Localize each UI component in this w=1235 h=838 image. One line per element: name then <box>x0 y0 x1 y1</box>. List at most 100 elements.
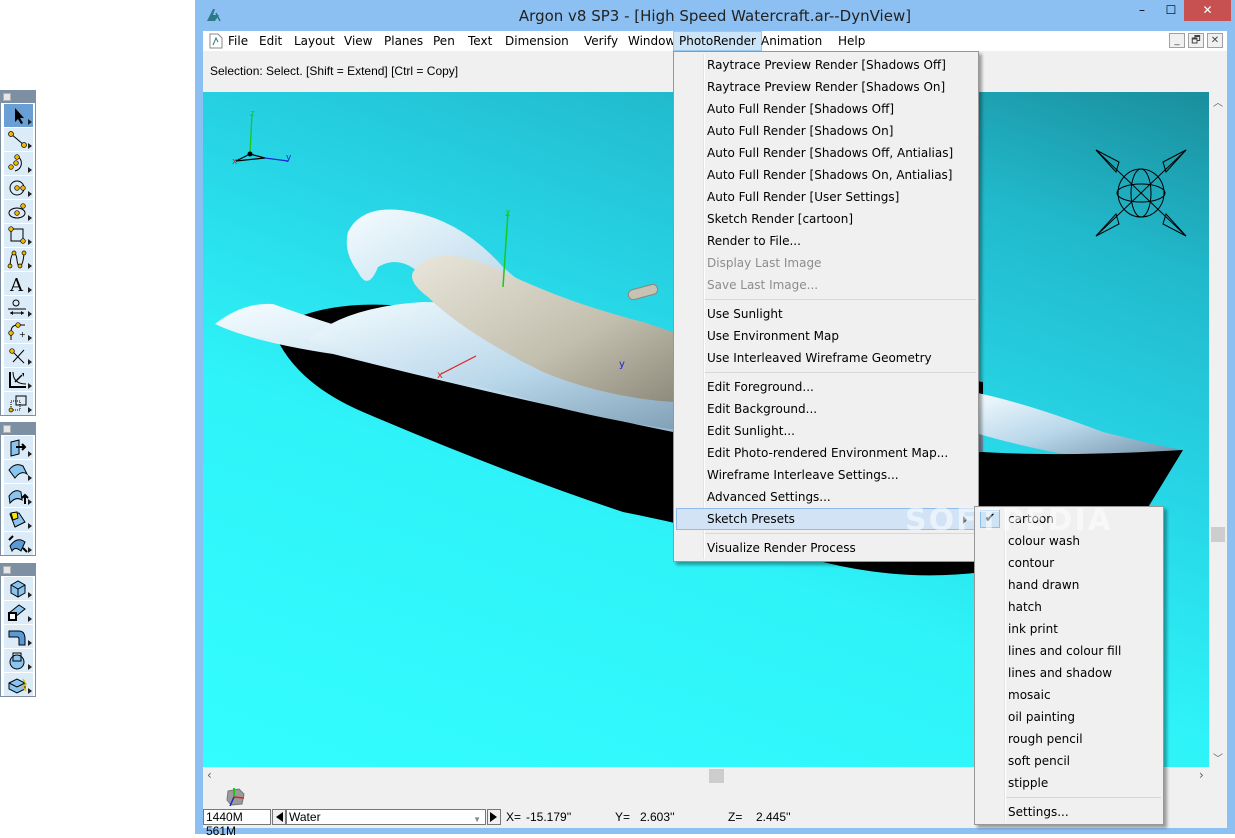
toolbox-title-bar[interactable] <box>1 423 35 435</box>
menu-item-edit-sunlight[interactable]: Edit Sunlight... <box>676 420 976 442</box>
vertical-scrollbar[interactable]: ︿ ﹀ <box>1209 92 1227 767</box>
mdi-close-button[interactable]: ✕ <box>1207 33 1223 48</box>
tool-fillet[interactable]: + <box>3 320 33 343</box>
menu-view[interactable]: View <box>339 31 377 51</box>
mdi-minimize-button[interactable]: _ <box>1169 33 1185 48</box>
menu-verify[interactable]: Verify <box>579 31 623 51</box>
preset-settings[interactable]: Settings... <box>977 801 1161 823</box>
menu-window[interactable]: Window <box>623 31 680 51</box>
preset-label: soft pencil <box>1008 754 1070 768</box>
tool-boolean-solid[interactable] <box>3 673 33 696</box>
menu-item-auto-full-render-shadows-on[interactable]: Auto Full Render [Shadows On] <box>676 120 976 142</box>
tool-line[interactable] <box>3 128 33 151</box>
menu-item-raytrace-preview-render-shadows-off[interactable]: Raytrace Preview Render [Shadows Off] <box>676 54 976 76</box>
arrow-pointer-icon <box>15 108 24 124</box>
preset-label: hand drawn <box>1008 578 1080 592</box>
menu-item-edit-background[interactable]: Edit Background... <box>676 398 976 420</box>
menu-item-label: Raytrace Preview Render [Shadows On] <box>707 80 946 94</box>
view-orientation-cube-icon[interactable] <box>225 786 249 808</box>
menu-item-raytrace-preview-render-shadows-on[interactable]: Raytrace Preview Render [Shadows On] <box>676 76 976 98</box>
tool-region-select[interactable] <box>3 392 33 415</box>
menu-item-use-interleaved-wireframe-geometry[interactable]: Use Interleaved Wireframe Geometry <box>676 347 976 369</box>
preset-oil-painting[interactable]: oil painting <box>977 706 1161 728</box>
tool-circle[interactable] <box>3 176 33 199</box>
tool-spline[interactable] <box>3 248 33 271</box>
close-button[interactable]: ✕ <box>1184 0 1231 21</box>
tool-text[interactable]: A <box>3 272 33 295</box>
menu-item-auto-full-render-shadows-on-antialias[interactable]: Auto Full Render [Shadows On, Antialias] <box>676 164 976 186</box>
menu-item-auto-full-render-user-settings[interactable]: Auto Full Render [User Settings] <box>676 186 976 208</box>
menu-planes[interactable]: Planes <box>379 31 428 51</box>
tool-rectangle[interactable] <box>3 224 33 247</box>
scroll-up-icon[interactable]: ︿ <box>1213 94 1223 109</box>
tool-blend-surface[interactable] <box>3 532 33 555</box>
toolbox-title-bar[interactable] <box>1 91 35 103</box>
tool-ellipse[interactable] <box>3 200 33 223</box>
tool-trim[interactable] <box>3 344 33 367</box>
triad-y-label: y <box>286 153 292 163</box>
preset-hand-drawn[interactable]: hand drawn <box>977 574 1161 596</box>
menu-pen[interactable]: Pen <box>428 31 460 51</box>
menu-item-use-environment-map[interactable]: Use Environment Map <box>676 325 976 347</box>
blend-surface-icon <box>8 535 28 553</box>
tool-patch-surface[interactable] <box>3 508 33 531</box>
tool-extrude-solid[interactable] <box>3 601 33 624</box>
horizontal-scroll-thumb[interactable] <box>709 769 724 783</box>
tool-revolve-solid[interactable] <box>3 649 33 672</box>
menu-edit[interactable]: Edit <box>254 31 287 51</box>
preset-soft-pencil[interactable]: soft pencil <box>977 750 1161 772</box>
menu-item-auto-full-render-shadows-off[interactable]: Auto Full Render [Shadows Off] <box>676 98 976 120</box>
tool-arc[interactable] <box>3 152 33 175</box>
menu-layout[interactable]: Layout <box>289 31 340 51</box>
preset-contour[interactable]: contour <box>977 552 1161 574</box>
layer-next-button[interactable] <box>487 809 501 825</box>
title-bar[interactable]: Argon v8 SP3 - [High Speed Watercraft.ar… <box>195 0 1235 31</box>
layer-dropdown[interactable]: Water ▼ <box>286 809 486 825</box>
menu-item-render-to-file[interactable]: Render to File... <box>676 230 976 252</box>
menu-photorender[interactable]: PhotoRender <box>673 31 762 51</box>
menu-text[interactable]: Text <box>463 31 497 51</box>
menu-item-sketch-render-cartoon[interactable]: Sketch Render [cartoon] <box>676 208 976 230</box>
preset-stipple[interactable]: stipple <box>977 772 1161 794</box>
preset-lines-and-colour-fill[interactable]: lines and colour fill <box>977 640 1161 662</box>
tool-extrude-surface[interactable] <box>3 436 33 459</box>
preset-mosaic[interactable]: mosaic <box>977 684 1161 706</box>
menu-item-edit-photo-rendered-environment-map[interactable]: Edit Photo-rendered Environment Map... <box>676 442 976 464</box>
menu-item-edit-foreground[interactable]: Edit Foreground... <box>676 376 976 398</box>
toolbox-close-icon[interactable] <box>3 566 11 574</box>
menu-item-visualize-render-process[interactable]: Visualize Render Process <box>676 537 976 559</box>
scroll-left-icon[interactable]: ‹ <box>207 768 212 782</box>
tool-select[interactable] <box>3 104 33 127</box>
menu-file[interactable]: File <box>223 31 253 51</box>
toolbox-title-bar[interactable] <box>1 564 35 576</box>
menu-item-auto-full-render-shadows-off-antialias[interactable]: Auto Full Render [Shadows Off, Antialias… <box>676 142 976 164</box>
menu-help[interactable]: Help <box>833 31 870 51</box>
preset-hatch[interactable]: hatch <box>977 596 1161 618</box>
menu-dimension[interactable]: Dimension <box>500 31 574 51</box>
vertical-scroll-thumb[interactable] <box>1211 527 1225 542</box>
tool-move[interactable] <box>3 368 33 391</box>
rotate-view-widget[interactable] <box>1095 149 1187 237</box>
mdi-restore-button[interactable]: 🗗 <box>1188 33 1204 48</box>
extrude-solid-icon <box>8 604 26 621</box>
document-icon[interactable] <box>209 33 223 49</box>
menu-item-label: Sketch Render [cartoon] <box>707 212 854 226</box>
tool-loft-surface[interactable] <box>3 460 33 483</box>
tool-box-solid[interactable] <box>3 577 33 600</box>
tool-sweep-solid[interactable] <box>3 625 33 648</box>
tool-dimension[interactable] <box>3 296 33 319</box>
scroll-right-icon[interactable]: › <box>1199 768 1204 782</box>
preset-rough-pencil[interactable]: rough pencil <box>977 728 1161 750</box>
scroll-down-icon[interactable]: ﹀ <box>1213 750 1223 765</box>
toolbox-close-icon[interactable] <box>3 425 11 433</box>
menu-item-use-sunlight[interactable]: Use Sunlight <box>676 303 976 325</box>
minimize-button[interactable]: – <box>1127 0 1157 21</box>
tool-sweep-surface[interactable] <box>3 484 33 507</box>
menu-animation[interactable]: Animation <box>756 31 827 51</box>
layer-prev-button[interactable] <box>272 809 286 825</box>
maximize-button[interactable]: ☐ <box>1156 0 1186 21</box>
preset-lines-and-shadow[interactable]: lines and shadow <box>977 662 1161 684</box>
menu-item-wireframe-interleave-settings[interactable]: Wireframe Interleave Settings... <box>676 464 976 486</box>
preset-ink-print[interactable]: ink print <box>977 618 1161 640</box>
toolbox-close-icon[interactable] <box>3 93 11 101</box>
